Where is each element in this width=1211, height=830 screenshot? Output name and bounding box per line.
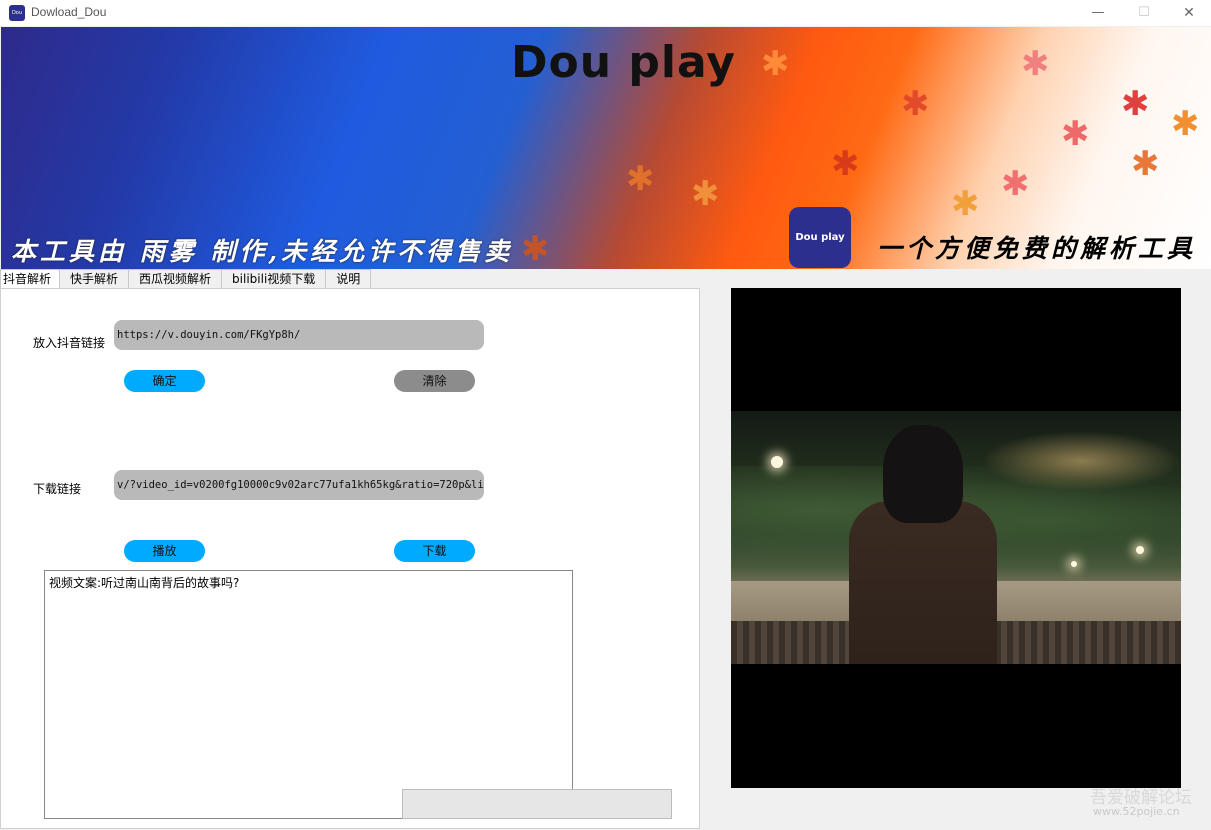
maximize-button[interactable]: ☐ — [1121, 0, 1167, 26]
douyin-panel: 放入抖音链接 https://v.douyin.com/FKgYp8h/ 确定 … — [0, 288, 700, 829]
download-button[interactable]: 下载 — [394, 540, 475, 562]
video-city-lights — [981, 431, 1181, 491]
banner-slogan: 一个方便免费的解析工具 — [877, 234, 1197, 263]
tab-kuaishou[interactable]: 快手解析 — [59, 269, 130, 288]
maple-leaf-icon: ✱ — [1171, 104, 1200, 144]
tab-bar: 抖音解析 快手解析 西瓜视频解析 bilibili视频下载 说明 — [0, 269, 372, 289]
link-label: 放入抖音链接 — [33, 336, 106, 350]
video-player[interactable] — [731, 288, 1181, 788]
banner-logo: Dou play — [789, 207, 851, 268]
maple-leaf-icon: ✱ — [831, 144, 860, 184]
download-link-label: 下载链接 — [33, 482, 82, 496]
video-lamp — [771, 456, 783, 468]
window-title: Dowload_Dou — [31, 5, 107, 19]
window-titlebar: Dou play Dowload_Dou — ☐ ✕ — [0, 0, 1211, 26]
maple-leaf-icon: ✱ — [626, 159, 655, 199]
clear-button[interactable]: 清除 — [394, 370, 475, 392]
maple-leaf-icon: ✱ — [1061, 114, 1090, 154]
maple-leaf-icon: ✱ — [1131, 144, 1160, 184]
link-input[interactable]: https://v.douyin.com/FKgYp8h/ — [114, 320, 484, 350]
download-link-input[interactable]: v/?video_id=v0200fg10000c9v02arc77ufa1kh… — [114, 470, 484, 500]
tab-help[interactable]: 说明 — [325, 269, 372, 288]
play-button[interactable]: 播放 — [124, 540, 205, 562]
maple-leaf-icon: ✱ — [1121, 84, 1150, 124]
progress-bar — [402, 789, 672, 819]
maple-leaf-icon: ✱ — [901, 84, 930, 124]
minimize-button[interactable]: — — [1075, 0, 1121, 26]
app-icon: Dou play — [9, 5, 25, 21]
confirm-button[interactable]: 确定 — [124, 370, 205, 392]
tab-xigua[interactable]: 西瓜视频解析 — [128, 269, 223, 288]
maple-leaf-icon: ✱ — [761, 44, 790, 84]
banner-title: Dou play — [511, 37, 736, 88]
banner-image: ✱ ✱ ✱ ✱ ✱ ✱ ✱ ✱ ✱ ✱ ✱ ✱ ✱ Dou play 本工具由 … — [1, 27, 1211, 269]
tab-bilibili[interactable]: bilibili视频下载 — [221, 269, 327, 288]
banner-disclaimer: 本工具由 雨雾 制作,未经允许不得售卖 — [11, 237, 514, 266]
caption-textarea[interactable]: 视频文案:听过南山南背后的故事吗? — [44, 570, 573, 819]
maple-leaf-icon: ✱ — [1001, 164, 1030, 204]
video-person-body — [849, 501, 997, 664]
maple-leaf-icon: ✱ — [1021, 44, 1050, 84]
watermark-url: www.52pojie.cn — [1093, 805, 1180, 818]
maple-leaf-icon: ✱ — [521, 229, 550, 269]
video-frame — [731, 411, 1181, 664]
video-lamp — [1136, 546, 1144, 554]
maple-leaf-icon: ✱ — [951, 184, 980, 224]
caption-text: 视频文案:听过南山南背后的故事吗? — [49, 576, 240, 590]
tab-douyin[interactable]: 抖音解析 — [0, 269, 61, 289]
maple-leaf-icon: ✱ — [691, 174, 720, 214]
video-person-hair — [883, 425, 963, 523]
close-button[interactable]: ✕ — [1166, 0, 1211, 26]
video-lamp — [1071, 561, 1077, 567]
